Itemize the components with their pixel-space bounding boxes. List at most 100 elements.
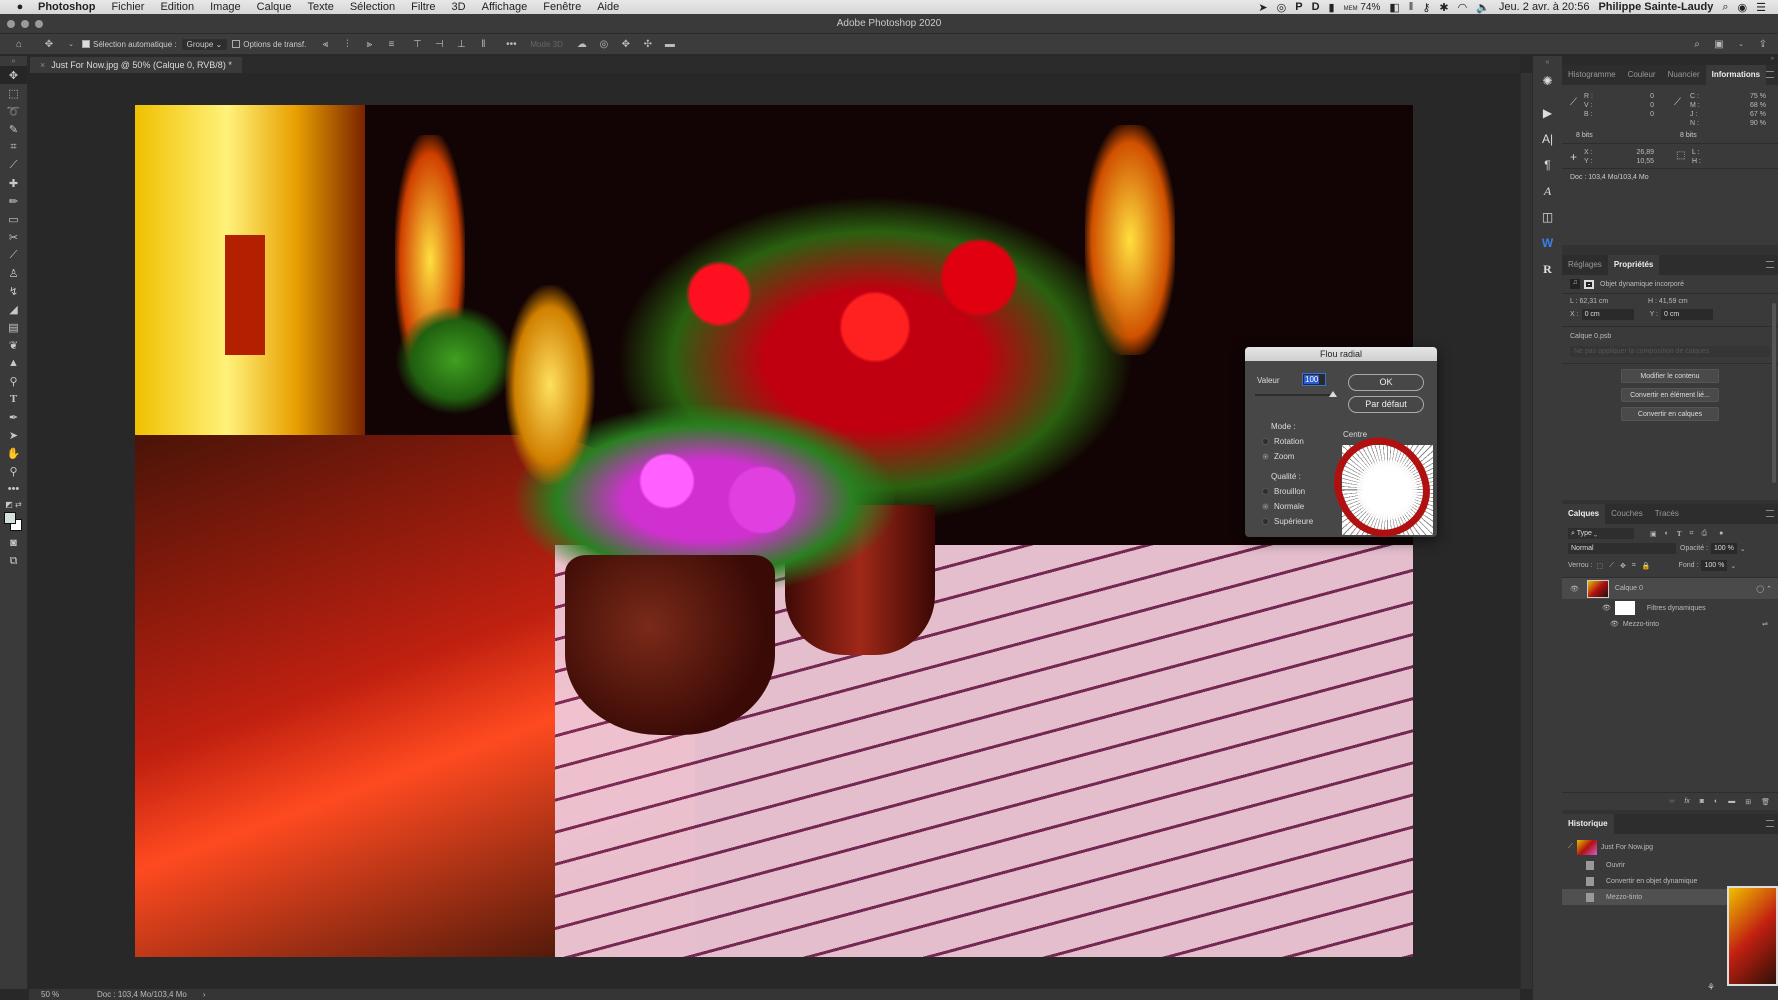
zoom-tool-icon[interactable]: ⚲ [0,462,27,480]
blur-tool-icon[interactable]: ❦ [0,336,27,354]
menu-edition[interactable]: Edition [160,1,194,13]
tab-proprietes[interactable]: Propriétés [1607,255,1660,275]
layer-row[interactable]: 👁 Mezzo-tinto ⇌ [1562,617,1778,631]
chevron-down-icon[interactable]: ⌄ [1734,40,1748,48]
foreground-color-swatch[interactable] [4,512,16,524]
brush-tool-icon[interactable]: ⟋ [0,246,27,264]
menu-image[interactable]: Image [210,1,241,13]
battery-tool-icon[interactable]: ▮ [1329,1,1335,14]
zoom-window-button[interactable] [35,19,43,28]
radio-off[interactable] [1262,488,1269,496]
d-app-icon[interactable]: D [1312,1,1320,13]
location-icon[interactable]: ➤ [1258,1,1267,14]
history-brush-source-icon[interactable]: ⟋ [1568,843,1573,851]
clone-stamp-tool-icon[interactable]: ♙ [0,264,27,282]
layer-name[interactable]: Mezzo-tinto [1623,621,1659,628]
chevron-down-icon[interactable]: ⌄ [1730,562,1736,570]
lock-all-icon[interactable]: 🔒 [1642,562,1651,570]
value-slider-track[interactable] [1255,394,1333,396]
new-group-icon[interactable]: ▬ [1728,798,1735,805]
layer-row[interactable]: 👁 Filtres dynamiques [1562,599,1778,617]
chevron-down-icon[interactable]: ⌄ [1740,545,1746,553]
audio-icon[interactable]: ‖ [1409,1,1414,13]
visibility-eye-icon[interactable]: 👁 [1610,620,1619,628]
tab-couleur[interactable]: Couleur [1622,65,1662,85]
align-middle-v-icon[interactable]: ⊣ [432,39,446,50]
value-slider-thumb[interactable] [1329,391,1337,397]
home-icon[interactable]: ⌂ [12,39,26,50]
minimize-window-button[interactable] [21,19,29,28]
orbit-3d-icon[interactable]: ☁ [575,39,589,50]
bluetooth-icon[interactable]: ✱ [1439,1,1448,14]
radio-off[interactable] [1262,438,1269,446]
move-tool-icon[interactable]: ✥ [0,66,27,84]
tab-historique[interactable]: Historique [1562,814,1614,834]
dodge-tool-icon[interactable]: ⚲ [0,372,27,390]
history-snapshot[interactable]: ⟋ Just For Now.jpg [1562,837,1778,857]
history-brush-tool-icon[interactable]: ↯ [0,282,27,300]
volume-icon[interactable]: 🔈 [1476,1,1490,14]
creative-cloud-icon[interactable]: ◎ [1277,1,1287,14]
crop-tool-icon[interactable]: ⌗ [0,138,27,156]
p-app-icon[interactable]: P [1295,1,1302,13]
quality-normal-radio[interactable]: Normale [1262,502,1304,511]
collapse-chevron-icon[interactable]: ⌃ [1766,585,1772,593]
align-bottom-icon[interactable]: ⊥ [454,39,468,50]
vertical-scrollbar[interactable] [1520,73,1532,989]
layer-comp-select[interactable]: Ne pas appliquer la composition de calqu… [1570,346,1770,357]
menu-fichier[interactable]: Fichier [111,1,144,13]
notification-center-icon[interactable]: ☰ [1756,1,1766,14]
edit-contents-button[interactable]: Modifier le contenu [1621,369,1719,383]
filter-pixel-icon[interactable]: ▣ [1650,530,1657,538]
toggle-icon[interactable]: ◧ [1389,1,1399,14]
siri-icon[interactable]: ◉ [1738,1,1748,14]
convert-to-linked-button[interactable]: Convertir en élément lié... [1621,388,1719,402]
filter-smart-object-icon[interactable]: ⎙ [1701,530,1707,538]
filter-toggle-icon[interactable]: ● [1719,530,1723,537]
checkbox-checked[interactable] [82,40,90,49]
navigator-zoom-icon[interactable]: ⚘ [1707,982,1715,993]
radio-off[interactable] [1262,518,1269,526]
menu-filtre[interactable]: Filtre [411,1,435,13]
group-dropdown[interactable]: Groupe ⌄ [181,38,228,50]
lock-position-icon[interactable]: ✥ [1620,562,1626,570]
layer-name[interactable]: Filtres dynamiques [1647,605,1706,612]
character-icon[interactable]: A| [1533,126,1562,152]
collapse-dock-icon[interactable]: » [1562,56,1778,65]
visibility-eye-icon[interactable]: 👁 [1570,585,1579,593]
paragraph-icon[interactable]: ¶ [1533,152,1562,178]
blend-mode-dropdown[interactable]: Normal [1568,543,1676,554]
status-menu-arrow[interactable]: › [203,990,206,999]
default-colors-icon[interactable]: ◩ ⇄ [0,498,27,510]
eraser-tool-icon[interactable]: ◢ [0,300,27,318]
lasso-tool-icon[interactable]: ➰ [0,102,27,120]
pencil-tool-icon[interactable]: ✏ [0,192,27,210]
properties-scrollbar[interactable] [1772,303,1776,483]
quick-mask-icon[interactable]: ◙ [0,534,27,552]
roll-3d-icon[interactable]: ◎ [597,39,611,50]
marquee-tool-icon[interactable]: ⬚ [0,84,27,102]
layer-name[interactable]: Calque 0 [1615,585,1643,592]
hand-tool-icon[interactable]: ✋ [0,444,27,462]
menu-affichage[interactable]: Affichage [482,1,528,13]
y-position-input[interactable]: 0 cm [1661,309,1713,320]
panel-menu-icon[interactable] [1766,261,1774,268]
plugin-r-icon[interactable]: R [1533,256,1562,282]
wifi-icon[interactable]: ◠ [1458,1,1468,14]
fill-input[interactable]: 100 % [1701,560,1728,571]
menu-fenetre[interactable]: Fenêtre [543,1,581,13]
eyedropper-tool-icon[interactable]: ⟋ [0,156,27,174]
filter-shape-icon[interactable]: ⌗ [1690,530,1694,538]
pen-tool-icon[interactable]: ✒ [0,408,27,426]
color-swatches[interactable] [0,510,27,534]
opacity-input[interactable]: 100 % [1711,543,1737,554]
ok-button[interactable]: OK [1348,374,1424,391]
chevron-down-icon[interactable]: ⌄ [64,40,78,48]
keychain-icon[interactable]: ⚷ [1422,1,1430,14]
layer-row[interactable]: 👁 Calque 0 ◯ ⌃ [1562,577,1778,599]
path-selection-tool-icon[interactable]: ➤ [0,426,27,444]
tab-couches[interactable]: Couches [1605,504,1649,524]
user-name[interactable]: Philippe Sainte-Laudy [1598,1,1713,13]
distribute-v-icon[interactable]: ‖ [476,39,490,50]
menu-selection[interactable]: Sélection [350,1,395,13]
